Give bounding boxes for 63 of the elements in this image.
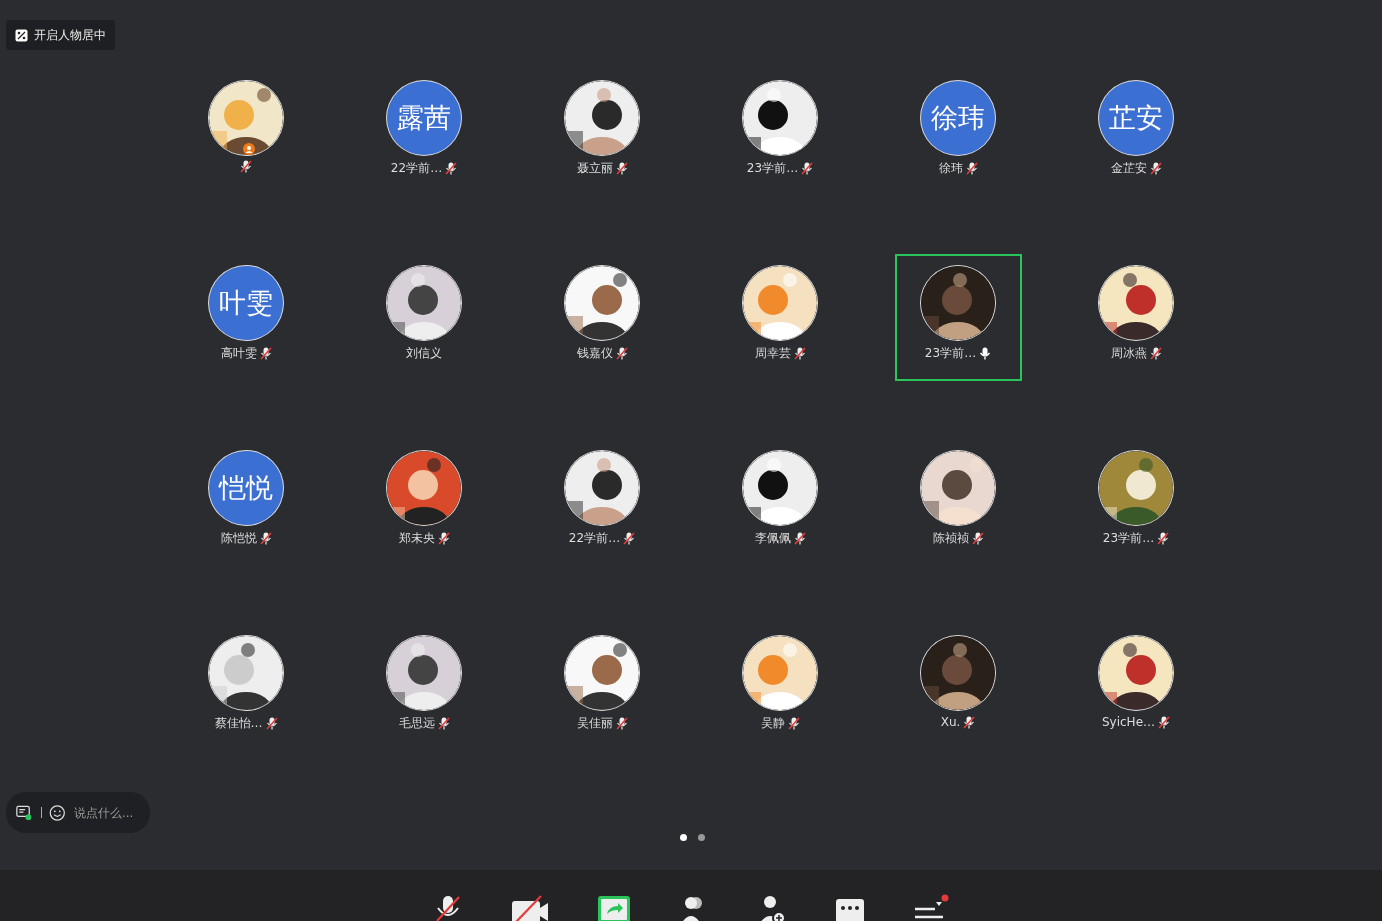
participant-name: 陈祯祯: [932, 530, 969, 547]
participant-name: 刘信义: [406, 345, 442, 362]
participant-tile[interactable]: 恺悦 陈恺悦: [182, 439, 310, 566]
participant-name: Xu.: [940, 715, 961, 729]
participant-tile[interactable]: 23学前…: [1072, 439, 1200, 566]
participant-tile[interactable]: 郑未央: [360, 439, 488, 566]
participant-name: 徐玮: [938, 160, 963, 177]
participant-name: 蔡佳怡…: [214, 715, 263, 732]
participant-name: 吴静: [760, 715, 785, 732]
participant-name: 聂立丽: [576, 160, 613, 177]
person-frame-icon: [15, 28, 28, 42]
page-dot[interactable]: [698, 834, 705, 841]
participant-tile[interactable]: 叶雯 高叶雯: [182, 254, 310, 381]
participant-name: 吴佳丽: [576, 715, 613, 732]
participant-name: 陈恺悦: [220, 530, 257, 547]
participant-name: 23学前…: [746, 160, 799, 177]
participant-name: 23学前…: [924, 345, 977, 362]
participant-tile[interactable]: 毛思远: [360, 624, 488, 751]
participant-name: 周冰燕: [1110, 345, 1147, 362]
participant-tile[interactable]: 陈祯祯: [894, 439, 1022, 566]
avatar: 徐玮: [921, 81, 995, 155]
participant-tile[interactable]: 23学前…: [894, 254, 1022, 381]
participant-name: 金芷安: [1110, 160, 1147, 177]
participant-tile[interactable]: Xu.: [894, 624, 1022, 751]
participant-tile[interactable]: 聂立丽: [538, 69, 666, 196]
chat-icon: [16, 803, 33, 822]
menu-icon[interactable]: [913, 894, 949, 921]
participant-tile[interactable]: 23学前…: [716, 69, 844, 196]
emoji-icon[interactable]: [49, 802, 66, 823]
participant-tile[interactable]: SyicHe…: [1072, 624, 1200, 751]
avatar: 叶雯: [209, 266, 283, 340]
participant-tile[interactable]: 吴静: [716, 624, 844, 751]
avatar: 恺悦: [209, 451, 283, 525]
center-person-button[interactable]: 开启人物居中: [6, 20, 115, 50]
participant-name: 周幸芸: [754, 345, 791, 362]
participant-tile[interactable]: 芷安 金芷安: [1072, 69, 1200, 196]
camera-off-icon[interactable]: [511, 894, 549, 921]
chat-field[interactable]: 说点什么...: [74, 805, 140, 820]
avatar: 露茜: [387, 81, 461, 155]
share-screen-icon[interactable]: [597, 894, 631, 921]
chat-input[interactable]: 说点什么...: [6, 792, 150, 833]
participant-name: 22学前…: [568, 530, 621, 547]
participant-name: 毛思远: [398, 715, 435, 732]
participant-name: SyicHe…: [1101, 715, 1156, 729]
participant-tile[interactable]: 22学前…: [538, 439, 666, 566]
participant-name: 高叶雯: [220, 345, 257, 362]
participant-tile[interactable]: 蔡佳怡…: [182, 624, 310, 751]
page-dot[interactable]: [680, 834, 687, 841]
participant-tile[interactable]: 吴佳丽: [538, 624, 666, 751]
participant-name: 23学前…: [1102, 530, 1155, 547]
participant-tile[interactable]: 徐玮 徐玮: [894, 69, 1022, 196]
participant-name: 郑未央: [398, 530, 435, 547]
participant-name: 李佩佩: [754, 530, 791, 547]
participant-name: 22学前…: [390, 160, 443, 177]
muted-mic-icon[interactable]: [433, 894, 463, 921]
participant-tile[interactable]: 周冰燕: [1072, 254, 1200, 381]
participant-tile[interactable]: 钱嘉仪: [538, 254, 666, 381]
participant-name: 钱嘉仪: [576, 345, 613, 362]
participant-tile[interactable]: 李佩佩: [716, 439, 844, 566]
participant-tile[interactable]: 刘信义: [360, 254, 488, 381]
avatar: 芷安: [1099, 81, 1173, 155]
participant-tile[interactable]: 露茜 22学前…: [360, 69, 488, 196]
participant-tile[interactable]: 周幸芸: [716, 254, 844, 381]
